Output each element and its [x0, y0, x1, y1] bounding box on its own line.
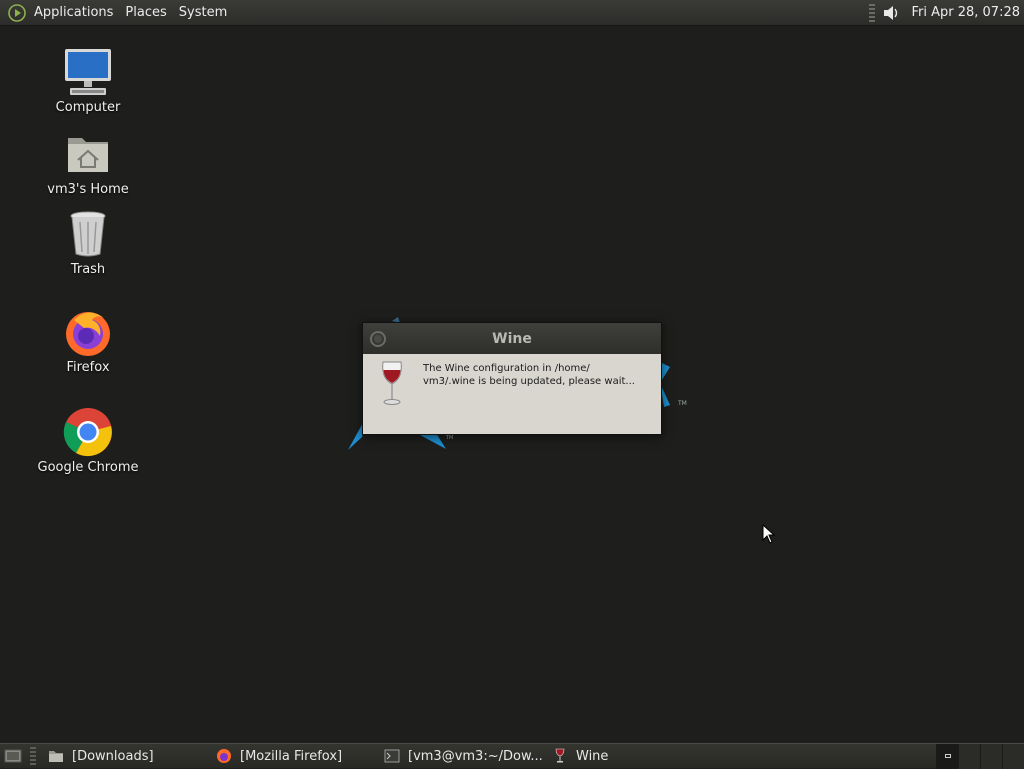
speaker-icon[interactable]	[881, 3, 901, 23]
firefox-icon	[62, 306, 114, 358]
places-menu[interactable]: Places	[119, 0, 172, 26]
task-terminal[interactable]: [vm3@vm3:~/Dow...	[378, 744, 546, 769]
desktop-icon-chrome[interactable]: Google Chrome	[28, 406, 148, 475]
folder-icon	[48, 748, 64, 764]
firefox-icon	[216, 748, 232, 764]
wine-glass-icon	[382, 361, 402, 405]
task-label: Wine	[576, 748, 609, 764]
task-label: [Mozilla Firefox]	[240, 748, 343, 764]
task-label: [Downloads]	[72, 748, 154, 764]
workspace-switcher[interactable]	[936, 743, 1024, 769]
dialog-title: Wine	[492, 330, 532, 347]
svg-text:TM: TM	[445, 435, 453, 441]
wine-dialog[interactable]: Wine The Wine configuration in /home/ vm…	[362, 322, 662, 435]
home-folder-icon	[62, 128, 114, 180]
dialog-message-line: The Wine configuration in /home/	[423, 363, 590, 374]
mouse-cursor-icon	[762, 524, 776, 544]
applications-menu[interactable]: Applications	[28, 0, 119, 26]
gnome-foot-icon[interactable]	[6, 2, 28, 24]
svg-text:TM: TM	[677, 400, 687, 407]
dialog-body: The Wine configuration in /home/ vm3/.wi…	[363, 354, 661, 434]
wine-glass-icon	[552, 748, 568, 764]
show-desktop-icon[interactable]	[2, 745, 24, 767]
panel-handle[interactable]	[869, 3, 876, 22]
dialog-message: The Wine configuration in /home/ vm3/.wi…	[423, 362, 648, 388]
desktop-icon-trash[interactable]: Trash	[28, 208, 148, 277]
task-downloads[interactable]: [Downloads]	[42, 744, 210, 769]
workspace-4[interactable]	[1002, 743, 1024, 769]
desktop-icon-label: vm3's Home	[47, 182, 129, 197]
desktop-icon-label: Google Chrome	[37, 460, 139, 475]
desktop-icon-firefox[interactable]: Firefox	[28, 306, 148, 375]
bottom-taskbar: [Downloads] [Mozilla Firefox] [vm3@vm3:~…	[0, 743, 1024, 769]
desktop-icon-home[interactable]: vm3's Home	[28, 128, 148, 197]
terminal-icon	[384, 748, 400, 764]
desktop-icon-label: Computer	[55, 100, 121, 115]
task-firefox[interactable]: [Mozilla Firefox]	[210, 744, 378, 769]
dialog-titlebar[interactable]: Wine	[363, 323, 661, 354]
trash-icon	[62, 208, 114, 260]
task-wine[interactable]: Wine	[546, 744, 626, 769]
dialog-message-line: vm3/.wine is being updated, please wait.…	[423, 376, 635, 387]
computer-icon	[62, 46, 114, 98]
desktop-icon-computer[interactable]: Computer	[28, 46, 148, 115]
chrome-icon	[62, 406, 114, 458]
workspace-3[interactable]	[980, 743, 1002, 769]
window-indicator	[944, 754, 951, 758]
desktop-icon-label: Trash	[70, 262, 106, 277]
task-label: [vm3@vm3:~/Dow...	[408, 748, 543, 764]
workspace-2[interactable]	[958, 743, 980, 769]
top-panel: Applications Places System Fri Apr 28, 0…	[0, 0, 1024, 26]
desktop-icon-label: Firefox	[66, 360, 110, 375]
clock[interactable]: Fri Apr 28, 07:28	[911, 5, 1020, 20]
system-menu[interactable]: System	[173, 0, 233, 26]
taskbar-handle[interactable]	[30, 747, 36, 765]
desktop: TM TM Applications Places System Fri Apr…	[0, 0, 1024, 769]
workspace-1[interactable]	[936, 743, 958, 769]
